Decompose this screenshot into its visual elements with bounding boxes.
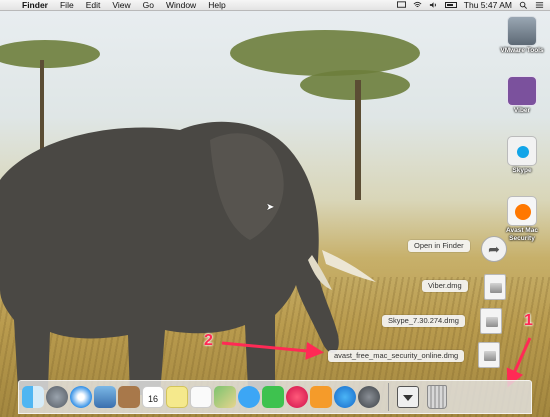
mouse-cursor-icon: ➤ [266,202,275,213]
maps-icon[interactable] [214,386,236,408]
desktop-icon-label: Skype [512,167,532,174]
dock-separator [388,383,389,411]
desktop-icon-avast[interactable]: Avast Mac Security [496,196,548,243]
menu-finder[interactable]: Finder [16,0,54,11]
menu-view[interactable]: View [106,0,136,11]
desktop-icon-skype[interactable]: Skype [496,136,548,175]
stack-file-label-skype[interactable]: Skype_7.30.274.dmg [382,315,465,327]
safari-icon[interactable] [70,386,92,408]
battery-icon[interactable] [444,2,457,8]
vmware-tools-icon [507,16,537,46]
finder-icon[interactable] [22,386,44,408]
dmg-file-icon[interactable] [480,308,502,334]
desktop-icon-vmware-tools[interactable]: VMware Tools [496,16,548,55]
menu-window[interactable]: Window [160,0,202,11]
avast-icon [507,196,537,226]
stack-file-label-avast[interactable]: avast_free_mac_security_online.dmg [328,350,465,362]
callout-2: 2 [204,332,213,349]
menu-clock[interactable]: Thu 5:47 AM [464,0,512,10]
system-preferences-icon[interactable] [358,386,380,408]
dock: 16 [18,380,532,414]
volume-icon[interactable] [429,1,438,9]
messages-icon[interactable] [238,386,260,408]
itunes-icon[interactable] [286,386,308,408]
reminders-icon[interactable] [190,386,212,408]
facetime-icon[interactable] [262,386,284,408]
callout-1: 1 [524,312,533,329]
menu-file[interactable]: File [54,0,80,11]
acacia-tree-right [230,30,420,76]
desktop-icon-viber[interactable]: Viber [496,76,548,115]
menu-edit[interactable]: Edit [80,0,107,11]
menu-help[interactable]: Help [202,0,231,11]
open-in-finder-button[interactable]: ➦ [481,236,507,262]
dmg-file-icon[interactable] [478,342,500,368]
desktop-icon-label: Viber [513,107,531,114]
desktop-icon-label: VMware Tools [500,47,544,54]
viber-icon [507,76,537,106]
ibooks-icon[interactable] [310,386,332,408]
arrow-icon: ➦ [488,241,500,257]
spotlight-icon[interactable] [519,1,528,9]
mail-icon[interactable] [94,386,116,408]
calendar-icon[interactable]: 16 [142,386,164,408]
wifi-icon[interactable] [413,1,422,9]
display-icon[interactable] [396,1,406,9]
acacia-tree-left [0,40,100,68]
menu-bar: Finder File Edit View Go Window Help Thu… [0,0,550,11]
menu-extras: Thu 5:47 AM [396,0,550,10]
contacts-icon[interactable] [118,386,140,408]
stack-file-label-viber[interactable]: Viber.dmg [422,280,468,292]
chevron-down-icon [403,395,413,401]
desktop-wallpaper [0,0,550,417]
elephant-image [0,121,376,395]
menu-go[interactable]: Go [137,0,160,11]
downloads-stack-icon[interactable] [397,386,419,408]
open-in-finder-label[interactable]: Open in Finder [408,240,470,252]
launchpad-icon[interactable] [46,386,68,408]
skype-icon [507,136,537,166]
trash-icon[interactable] [427,385,447,409]
dmg-file-icon[interactable] [484,274,506,300]
app-store-icon[interactable] [334,386,356,408]
notes-icon[interactable] [166,386,188,408]
notification-center-icon[interactable] [535,1,544,9]
